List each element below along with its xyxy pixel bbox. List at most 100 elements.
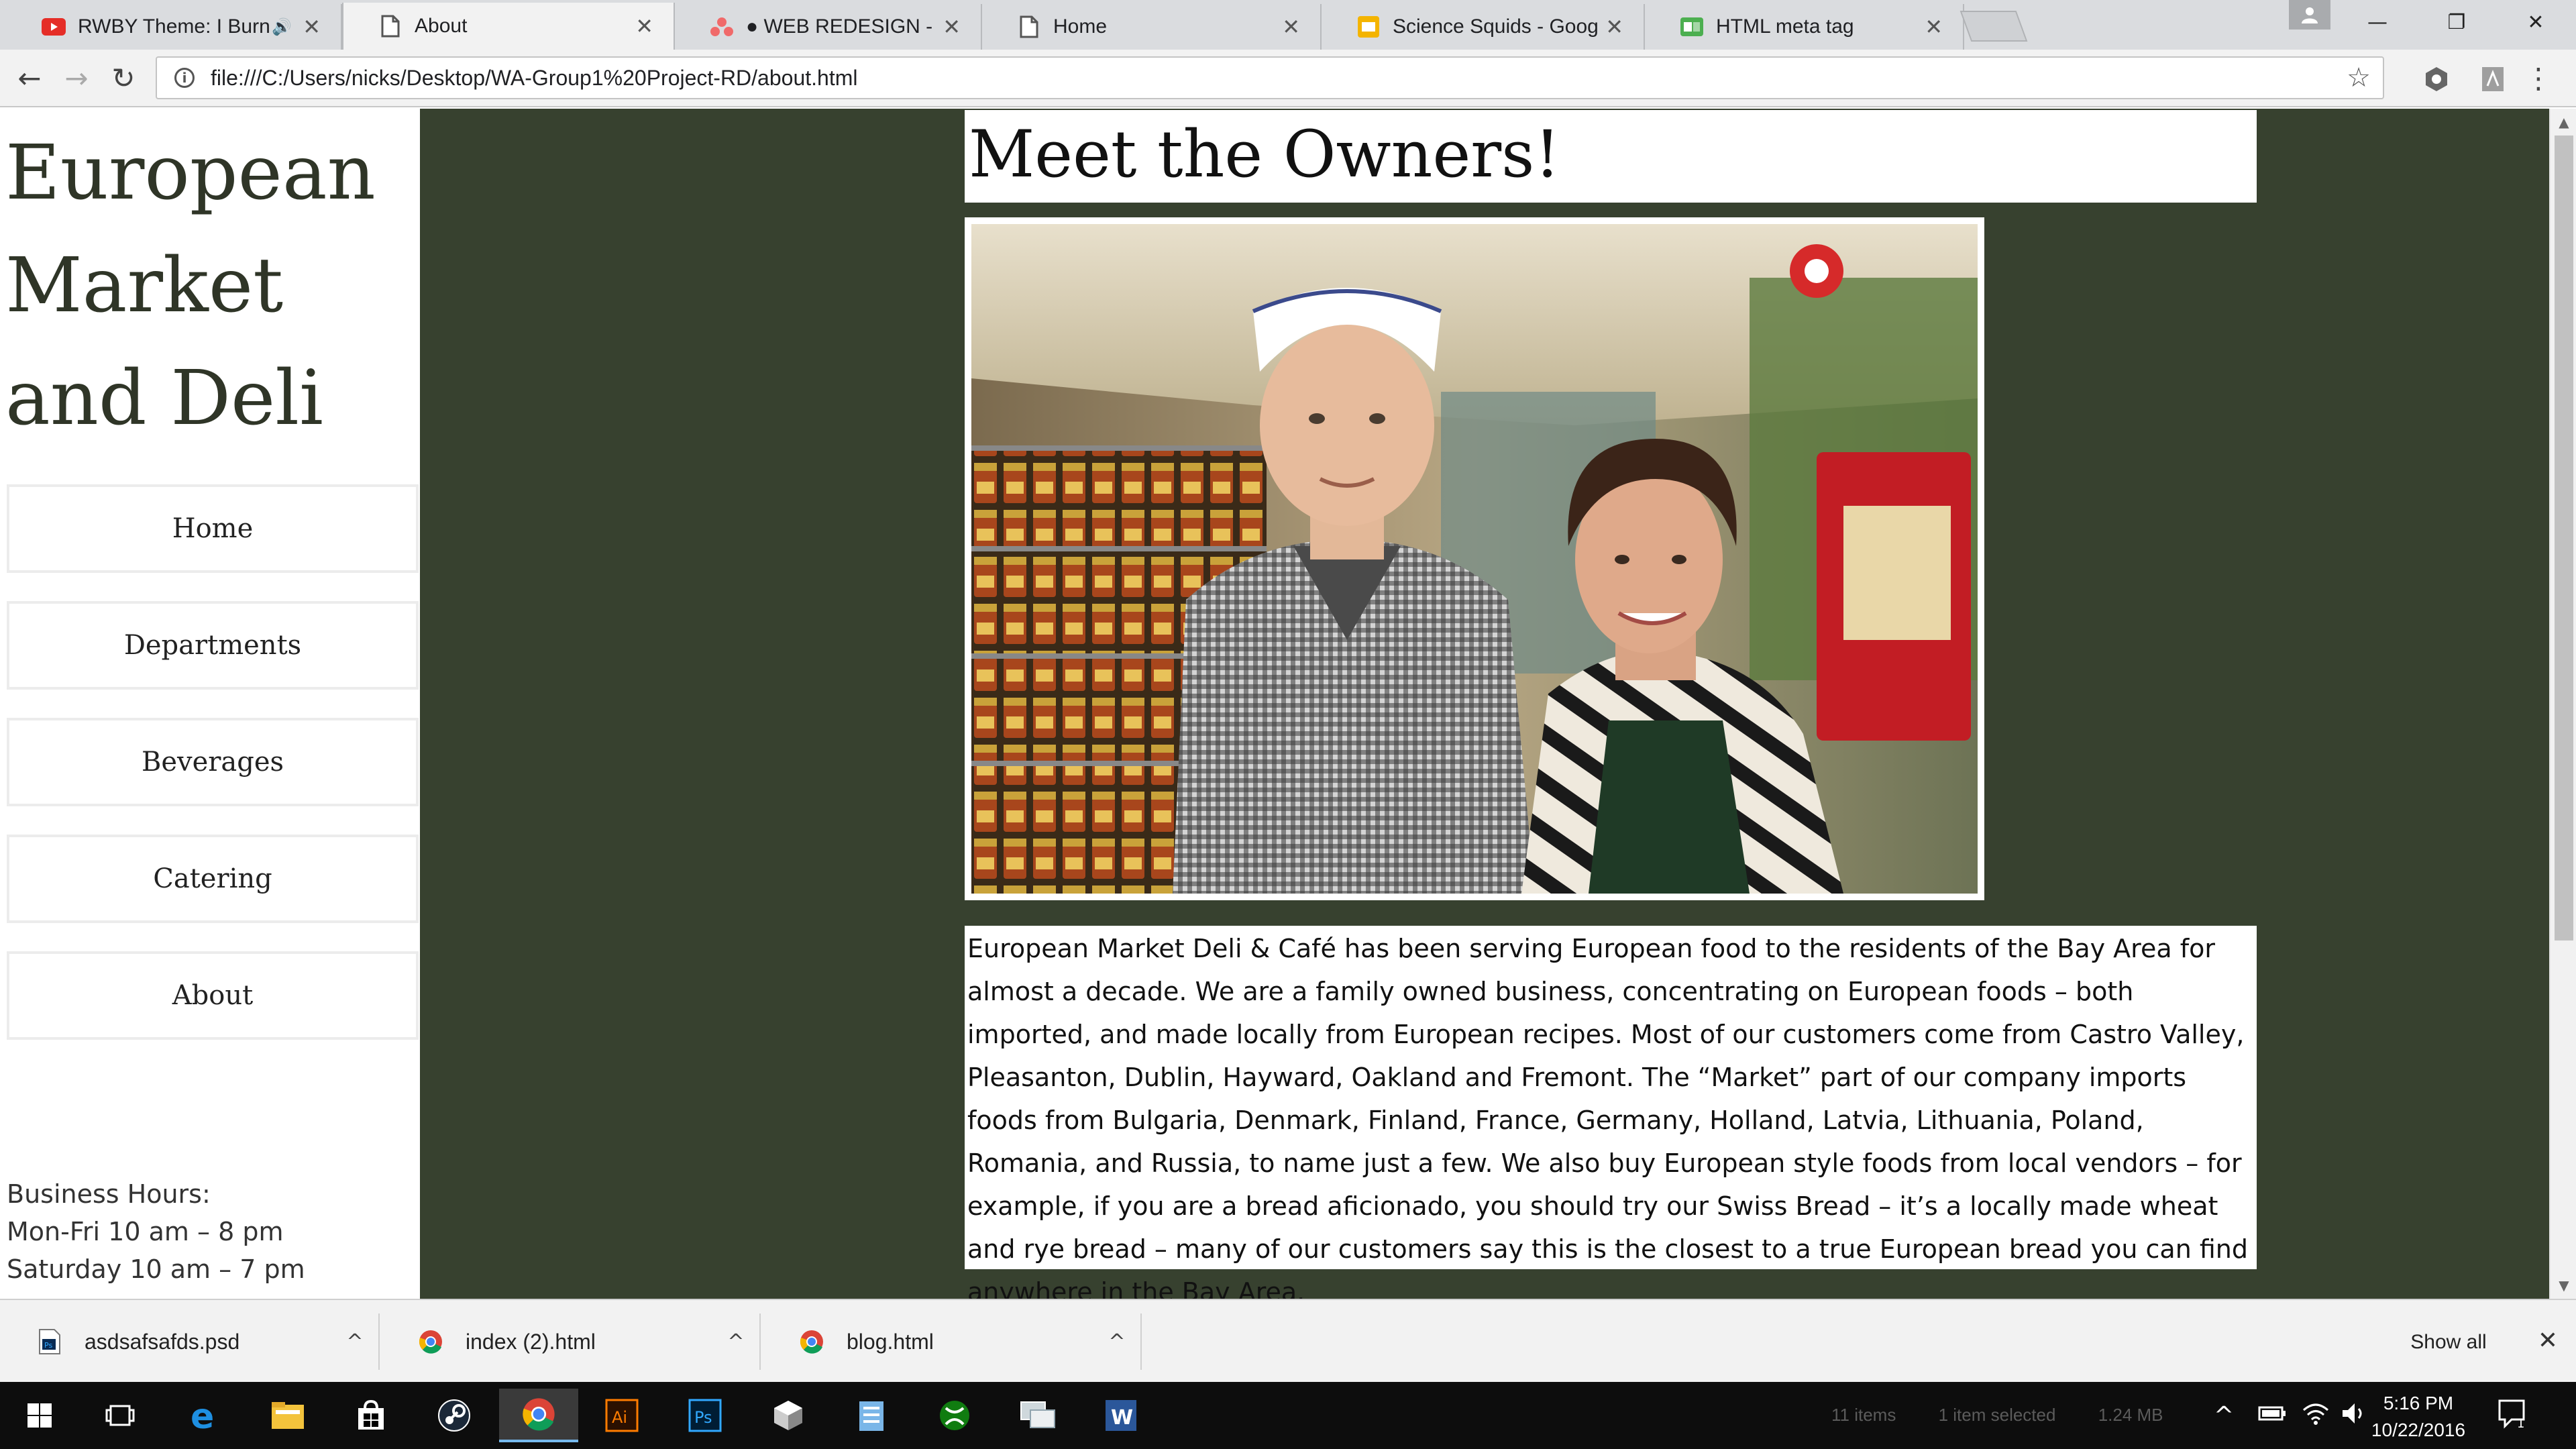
minimize-button[interactable]: — [2339,0,2416,44]
heading-box: Meet the Owners! [965,110,2257,203]
chrome-file-icon [416,1327,445,1356]
photoshop-icon[interactable]: Ps [665,1389,745,1442]
address-bar[interactable]: i file:///C:/Users/nicks/Desktop/WA-Grou… [156,56,2384,99]
close-download-shelf-icon[interactable]: ✕ [2529,1322,2567,1359]
tab-close-icon[interactable]: ✕ [943,14,961,40]
volume-icon[interactable] [2341,1402,2368,1431]
status-size: 1.24 MB [2098,1405,2163,1425]
w3-icon [1680,15,1704,39]
tab-close-icon[interactable]: ✕ [303,14,321,40]
chevron-up-icon[interactable]: ^ [1093,1330,1140,1354]
status-items: 11 items [1831,1405,1896,1425]
photoshop-file-icon: Ps [35,1327,64,1356]
tab-close-icon[interactable]: ✕ [1605,14,1623,40]
page-icon [1017,15,1041,39]
unity-icon[interactable] [749,1389,828,1442]
status-selected: 1 item selected [1938,1405,2056,1425]
profile-icon[interactable] [2289,0,2330,30]
show-all-downloads-button[interactable]: Show all [2388,1323,2509,1362]
photoshop-label: Ps [694,1408,712,1427]
illustrator-label: Ai [612,1408,627,1427]
reload-button[interactable]: ↻ [103,58,144,98]
remote-icon[interactable] [998,1389,1077,1442]
extension-pdf-icon[interactable] [2478,64,2508,94]
download-filename: asdsafsafds.psd [85,1329,240,1354]
extension-shield-icon[interactable] [2422,64,2451,94]
page-viewport: European Market and Deli Home Department… [0,109,2549,1299]
scroll-up-arrow-icon[interactable]: ▲ [2551,109,2576,136]
tab-home[interactable]: Home ✕ [982,4,1322,50]
browser-tab-strip: RWBY Theme: I Burn ( 🔊 ✕ About ✕ ● WEB R… [0,0,2576,50]
illustrator-icon[interactable]: Ai [582,1389,661,1442]
windows-start-icon[interactable] [0,1389,79,1442]
tab-science-squids[interactable]: Science Squids - Google ✕ [1322,4,1645,50]
notification-center-icon[interactable]: 1 [2497,1398,2529,1436]
tab-title: About [415,15,468,37]
clock-time: 5:16 PM [2383,1393,2454,1413]
nav-item-catering[interactable]: Catering [7,835,419,923]
site-sidebar: European Market and Deli Home Department… [0,109,420,1299]
tab-close-icon[interactable]: ✕ [1282,14,1300,40]
tab-close-icon[interactable]: ✕ [635,13,653,39]
notepad-icon[interactable] [832,1389,911,1442]
nav-item-home[interactable]: Home [7,484,419,573]
notification-count: 1 [2517,1417,2524,1430]
tab-close-icon[interactable]: ✕ [1925,14,1943,40]
edge-icon[interactable]: e [165,1389,244,1442]
download-item[interactable]: Ps asdsafsafds.psd ^ [0,1313,380,1370]
download-filename: index (2).html [466,1329,596,1354]
back-button[interactable]: ← [9,58,50,98]
forward-button[interactable]: → [56,58,97,98]
nav-item-beverages[interactable]: Beverages [7,718,419,806]
download-item[interactable]: blog.html ^ [762,1313,1142,1370]
word-icon[interactable]: W [1081,1389,1161,1442]
about-paragraph: European Market Deli & Café has been ser… [967,934,2248,1299]
owners-photo-frame [965,217,1984,900]
word-label: W [1111,1406,1133,1430]
tab-rwby-theme[interactable]: RWBY Theme: I Burn ( 🔊 ✕ [7,4,342,50]
download-item[interactable]: index (2).html ^ [381,1313,761,1370]
nav-item-about[interactable]: About [7,951,419,1040]
tab-about[interactable]: About ✕ [342,3,675,50]
info-icon[interactable]: i [174,68,195,88]
hours-saturday: Saturday 10 am – 7 pm [7,1254,305,1284]
tab-title: Home [1053,15,1108,38]
chevron-up-icon[interactable]: ^ [712,1330,759,1354]
hours-weekday: Mon-Fri 10 am – 8 pm [7,1217,284,1246]
new-tab-button[interactable] [1960,11,2028,42]
chevron-up-icon[interactable]: ^ [331,1330,378,1354]
window-close-button[interactable]: ✕ [2497,0,2575,44]
page-scrollbar[interactable]: ▲ ▼ [2549,109,2576,1299]
url-text[interactable]: file:///C:/Users/nicks/Desktop/WA-Group1… [211,66,2347,91]
bookmark-star-icon[interactable]: ☆ [2347,62,2371,93]
chrome-menu-icon[interactable]: ⋮ [2524,58,2553,98]
page-heading: Meet the Owners! [969,117,1560,192]
nav-item-departments[interactable]: Departments [7,601,419,690]
tab-web-redesign[interactable]: ● WEB REDESIGN - Asan ✕ [675,4,982,50]
explorer-status: 11 items 1 item selected 1.24 MB [1831,1405,2201,1426]
tab-title: RWBY Theme: I Burn ( [78,15,272,38]
tab-title: Science Squids - Google [1393,15,1599,38]
download-shelf: Ps asdsafsafds.psd ^ index (2).html ^ bl… [0,1299,2576,1382]
tab-html-meta-tag[interactable]: HTML meta tag ✕ [1645,4,1964,50]
scroll-down-arrow-icon[interactable]: ▼ [2551,1272,2576,1299]
wifi-icon[interactable] [2302,1402,2329,1431]
restore-button[interactable]: ❐ [2418,0,2496,44]
steam-icon[interactable] [415,1389,494,1442]
task-view-icon[interactable] [80,1389,160,1442]
page-icon [378,14,402,38]
system-clock[interactable]: 5:16 PM 10/22/2016 [2368,1390,2469,1444]
scrollbar-thumb[interactable] [2555,136,2573,941]
battery-icon[interactable] [2258,1402,2288,1430]
browser-toolbar: ← → ↻ i file:///C:/Users/nicks/Desktop/W… [0,50,2576,107]
chrome-icon[interactable] [499,1389,578,1442]
store-icon[interactable] [331,1389,411,1442]
svg-text:e: e [191,1399,214,1432]
audio-playing-icon[interactable]: 🔊 [272,17,292,36]
xbox-icon[interactable] [915,1389,994,1442]
main-content: Meet the Owners! European Market Deli & … [420,109,2549,1299]
download-filename: blog.html [847,1329,934,1354]
show-hidden-icons-chevron-icon[interactable]: ^ [2214,1402,2234,1430]
file-explorer-icon[interactable] [248,1389,327,1442]
youtube-icon [42,15,66,39]
